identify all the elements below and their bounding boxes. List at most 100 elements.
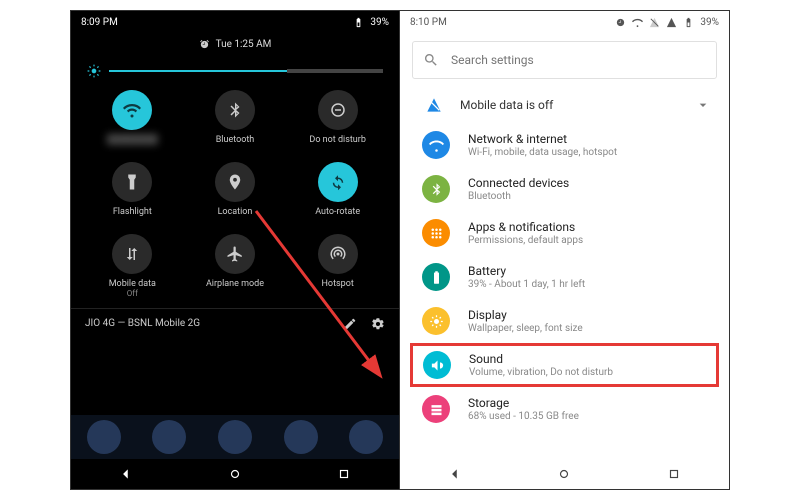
nav-recents-icon[interactable] <box>337 467 351 481</box>
signal-icon <box>666 17 677 28</box>
qs-tile-grid: ████████ Bluetooth Do not disturb Flashl… <box>71 82 399 306</box>
chevron-down-icon <box>695 97 711 113</box>
item-sub: Wi-Fi, mobile, data usage, hotspot <box>468 147 617 158</box>
carrier-label: JIO 4G — BSNL Mobile 2G <box>85 318 200 329</box>
item-sub: 68% used - 10.35 GB free <box>468 411 579 422</box>
bluetooth-icon <box>226 101 244 119</box>
flashlight-label: Flashlight <box>113 208 152 218</box>
search-icon <box>423 52 439 68</box>
location-label: Location <box>218 208 253 218</box>
wifi-icon <box>632 17 643 28</box>
signal-nosim-icon <box>649 17 660 28</box>
airplane-icon <box>226 245 244 263</box>
item-sub: Volume, vibration, Do not disturb <box>469 367 613 378</box>
qs-tile-hotspot[interactable]: Hotspot <box>286 234 389 300</box>
hotspot-icon <box>329 245 347 263</box>
wifi-label-blurred: ████████ <box>107 136 158 146</box>
quick-settings-screen: 8:09 PM 39% Tue 1:25 AM ████████ Bluetoo… <box>71 11 400 489</box>
status-bar: 8:09 PM 39% <box>71 11 399 33</box>
apps-icon <box>429 226 444 241</box>
qs-tile-flashlight[interactable]: Flashlight <box>81 162 184 218</box>
storage-icon <box>429 402 444 417</box>
volume-icon <box>430 358 445 373</box>
search-input[interactable] <box>451 53 706 67</box>
mobiledata-label: Mobile dataOff <box>109 280 156 300</box>
qs-alarm-row[interactable]: Tue 1:25 AM <box>71 39 399 50</box>
battery-icon <box>353 17 364 28</box>
item-title: Storage <box>468 396 579 410</box>
item-title: Network & internet <box>468 132 617 146</box>
alarm-icon <box>615 17 626 28</box>
gear-icon[interactable] <box>371 317 385 331</box>
brightness-icon <box>87 64 101 78</box>
status-bar: 8:10 PM 39% <box>400 11 729 33</box>
dock-app[interactable] <box>218 420 252 454</box>
qs-tile-bluetooth[interactable]: Bluetooth <box>184 90 287 146</box>
nav-home-icon[interactable] <box>228 467 242 481</box>
alarm-icon <box>199 39 210 50</box>
nav-recents-icon[interactable] <box>667 467 681 481</box>
home-dock <box>71 415 399 459</box>
airplane-label: Airplane mode <box>206 280 264 290</box>
settings-item-storage[interactable]: Storage68% used - 10.35 GB free <box>400 387 729 431</box>
battery-icon <box>429 270 444 285</box>
qs-alarm-time: Tue 1:25 AM <box>216 39 272 50</box>
wifi-icon <box>123 101 141 119</box>
settings-search[interactable] <box>412 41 717 79</box>
brightness-icon <box>429 314 444 329</box>
dnd-label: Do not disturb <box>309 136 365 146</box>
settings-item-apps[interactable]: Apps & notificationsPermissions, default… <box>400 211 729 255</box>
qs-tile-airplane[interactable]: Airplane mode <box>184 234 287 300</box>
qs-tile-dnd[interactable]: Do not disturb <box>286 90 389 146</box>
item-title: Apps & notifications <box>468 220 583 234</box>
nav-back-icon[interactable] <box>448 467 462 481</box>
settings-item-display[interactable]: DisplayWallpaper, sleep, font size <box>400 299 729 343</box>
nav-bar <box>71 459 399 489</box>
item-sub: Wallpaper, sleep, font size <box>468 323 583 334</box>
settings-item-connected[interactable]: Connected devicesBluetooth <box>400 167 729 211</box>
status-time: 8:09 PM <box>81 17 118 28</box>
qs-tile-wifi[interactable]: ████████ <box>81 90 184 146</box>
item-sub: Bluetooth <box>468 191 569 202</box>
dock-app[interactable] <box>349 420 383 454</box>
qs-tile-location[interactable]: Location <box>184 162 287 218</box>
status-time: 8:10 PM <box>410 17 447 28</box>
settings-screen: 8:10 PM 39% Mobile data is off Network &… <box>400 11 729 489</box>
dnd-icon <box>329 101 347 119</box>
settings-item-battery[interactable]: Battery39% - About 1 day, 1 hr left <box>400 255 729 299</box>
flashlight-icon <box>123 173 141 191</box>
qs-footer: JIO 4G — BSNL Mobile 2G <box>71 308 399 339</box>
location-icon <box>226 173 244 191</box>
battery-icon <box>683 17 694 28</box>
mobiledata-icon <box>123 245 141 263</box>
autorotate-label: Auto-rotate <box>315 208 360 218</box>
status-battery: 39% <box>370 17 389 28</box>
item-title: Display <box>468 308 583 322</box>
item-title: Connected devices <box>468 176 569 190</box>
dock-app[interactable] <box>152 420 186 454</box>
wifi-icon <box>429 138 444 153</box>
item-title: Battery <box>468 264 585 278</box>
item-sub: 39% - About 1 day, 1 hr left <box>468 279 585 290</box>
bluetooth-icon <box>429 182 444 197</box>
brightness-slider[interactable] <box>71 64 399 78</box>
bluetooth-label: Bluetooth <box>216 136 255 146</box>
mobile-data-banner[interactable]: Mobile data is off <box>400 87 729 123</box>
dock-app[interactable] <box>87 420 121 454</box>
settings-item-network[interactable]: Network & internetWi-Fi, mobile, data us… <box>400 123 729 167</box>
nav-back-icon[interactable] <box>119 467 133 481</box>
dock-app[interactable] <box>284 420 318 454</box>
signal-off-icon <box>426 97 442 113</box>
qs-tile-autorotate[interactable]: Auto-rotate <box>286 162 389 218</box>
mobile-data-text: Mobile data is off <box>460 98 553 112</box>
autorotate-icon <box>329 173 347 191</box>
edit-icon[interactable] <box>343 317 357 331</box>
nav-home-icon[interactable] <box>557 467 571 481</box>
settings-item-sound[interactable]: SoundVolume, vibration, Do not disturb <box>410 343 719 387</box>
item-sub: Permissions, default apps <box>468 235 583 246</box>
status-battery: 39% <box>700 17 719 28</box>
qs-tile-mobiledata[interactable]: Mobile dataOff <box>81 234 184 300</box>
nav-bar <box>400 459 729 489</box>
item-title: Sound <box>469 352 613 366</box>
hotspot-label: Hotspot <box>322 280 354 290</box>
